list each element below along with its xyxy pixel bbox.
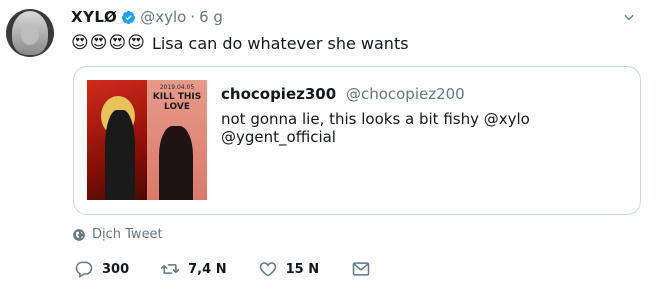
heart-eyes-emoji: 😍 xyxy=(89,33,108,53)
separator-dot: · xyxy=(190,8,196,26)
retweet-icon xyxy=(161,264,180,274)
quoted-author: chocopiez300 @chocopiez200 xyxy=(221,85,465,103)
message-icon xyxy=(352,262,370,276)
reply-count: 300 xyxy=(102,261,130,277)
verified-badge-icon xyxy=(122,10,136,24)
poster-headline: KILL THIS LOVE xyxy=(152,92,202,112)
image-panel-right: 2019.04.05 KILL THIS LOVE xyxy=(147,80,207,200)
tweet-text: 😍 😍 😍 😍 Lisa can do whatever she wants xyxy=(71,33,409,53)
avatar[interactable] xyxy=(6,9,54,57)
tweet-card: XYLØ @xylo · 6 g 😍 😍 😍 😍 Lisa can do wha… xyxy=(0,0,660,286)
tweet-time[interactable]: 6 g xyxy=(199,8,223,26)
quoted-author-name[interactable]: chocopiez300 xyxy=(221,85,336,103)
like-count: 15 N xyxy=(285,261,320,277)
image-panel-left xyxy=(87,80,147,200)
quoted-tweet[interactable]: 2019.04.05 KILL THIS LOVE chocopiez300 @… xyxy=(73,66,641,215)
tweet-header: XYLØ @xylo · 6 g xyxy=(71,8,223,26)
retweet-count: 7,4 N xyxy=(188,261,227,277)
figure-body xyxy=(105,110,135,200)
translate-label[interactable]: Dịch Tweet xyxy=(92,227,163,242)
chevron-down-icon[interactable] xyxy=(622,10,636,24)
author-name[interactable]: XYLØ xyxy=(71,8,117,26)
reply-icon xyxy=(75,261,93,278)
translate-tweet-link[interactable]: Dịch Tweet xyxy=(72,227,163,242)
tweet-body: Lisa can do whatever she wants xyxy=(151,33,409,53)
heart-eyes-emoji: 😍 xyxy=(108,33,127,53)
globe-icon xyxy=(73,228,85,241)
author-handle[interactable]: @xylo xyxy=(140,8,186,26)
quoted-tweet-image[interactable]: 2019.04.05 KILL THIS LOVE xyxy=(87,80,207,200)
figure-body xyxy=(159,126,193,200)
poster-date: 2019.04.05 xyxy=(159,84,195,91)
direct-message-button[interactable] xyxy=(351,259,371,279)
avatar-face xyxy=(21,23,39,45)
quoted-tweet-text: not gonna lie, this looks a bit fishy @x… xyxy=(221,110,530,146)
heart-eyes-emoji: 😍 xyxy=(127,33,145,53)
like-icon xyxy=(259,262,276,277)
heart-eyes-emoji: 😍 xyxy=(71,33,89,53)
like-button[interactable]: 15 N xyxy=(258,259,320,279)
retweet-button[interactable]: 7,4 N xyxy=(160,259,227,279)
quoted-author-handle[interactable]: @chocopiez200 xyxy=(346,85,465,103)
reply-button[interactable]: 300 xyxy=(74,259,129,279)
tweet-actions: 300 7,4 N 15 N xyxy=(74,259,371,279)
